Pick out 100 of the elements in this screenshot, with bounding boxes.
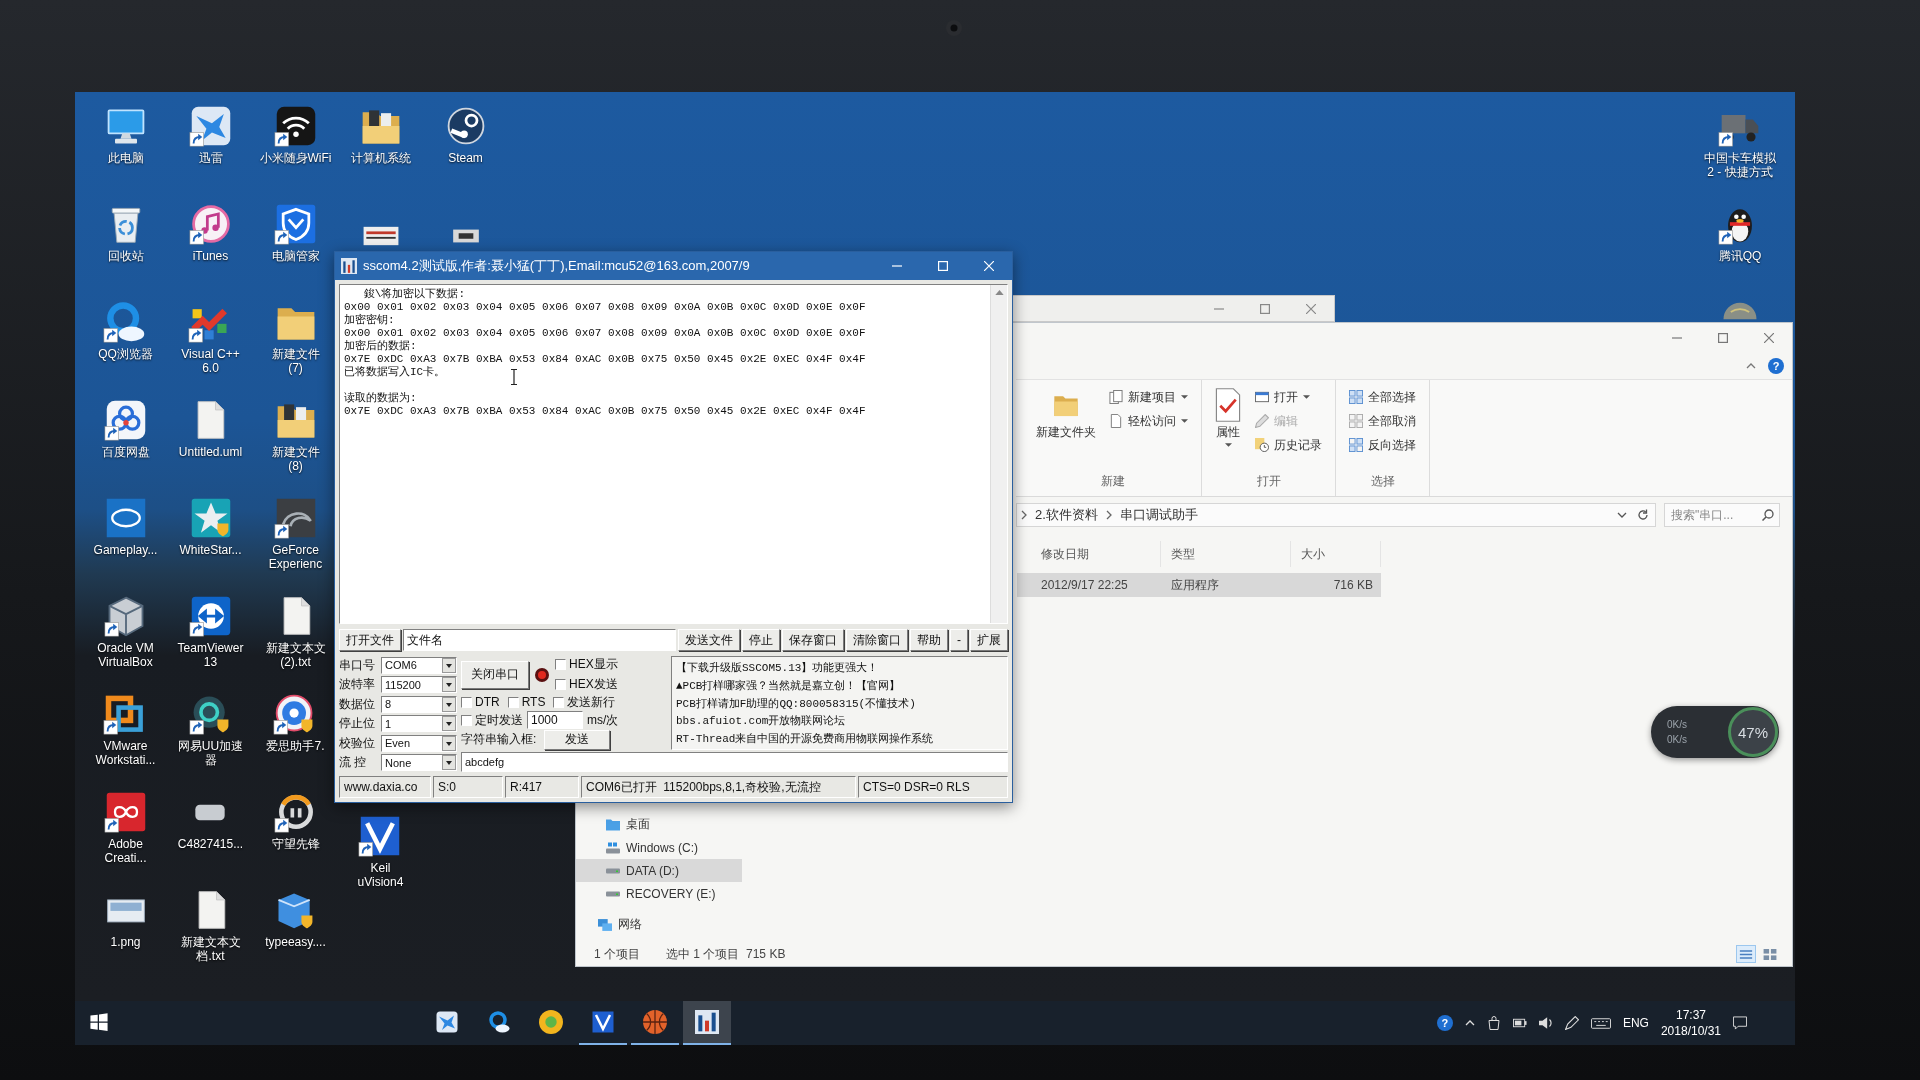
desktop-item[interactable]: GeForce Experienc — [268, 492, 323, 571]
ribbon-button[interactable]: 打开 — [1252, 386, 1325, 408]
ribbon-button[interactable]: 新建项目 — [1106, 386, 1191, 408]
desktop-item[interactable]: 新建文件 (7) — [271, 296, 320, 375]
close-port-button[interactable]: 关闭串口 — [461, 660, 529, 689]
address-bar[interactable]: 2.软件资料 串口调试助手 — [1016, 503, 1656, 527]
interval-field[interactable]: 1000 — [527, 711, 583, 730]
send-button[interactable]: 发送 — [544, 729, 611, 750]
language-indicator[interactable]: ENG — [1622, 1016, 1649, 1030]
dropdown[interactable]: 115200 — [381, 676, 457, 694]
desktop-item[interactable]: 百度网盘 — [101, 394, 150, 459]
details-view-button[interactable] — [1736, 945, 1756, 963]
desktop-item[interactable]: Untitled.uml — [178, 394, 243, 459]
send-input-field[interactable]: abcdefg — [461, 752, 1008, 772]
column-header[interactable]: 修改日期 — [1031, 541, 1161, 567]
checkbox[interactable] — [461, 696, 472, 708]
desktop-item[interactable]: Keil uVision4 — [357, 810, 404, 889]
desktop-item[interactable]: Gameplay... — [93, 492, 158, 557]
desktop-item[interactable]: 网易UU加速器 — [173, 688, 248, 767]
checkbox[interactable] — [507, 696, 519, 708]
desktop-item[interactable]: 迅雷 — [188, 100, 233, 165]
desktop-item[interactable]: 守望先锋 — [271, 786, 320, 851]
dropdown[interactable]: Even — [381, 734, 457, 752]
desktop-item[interactable]: C4827415... — [177, 786, 244, 851]
desktop-item[interactable]: typeeasy.... — [265, 884, 326, 949]
desktop-item[interactable]: 新建文件 (8) — [271, 394, 320, 473]
file-row[interactable]: 2012/9/17 22:25 应用程序 716 KB — [1017, 573, 1381, 597]
desktop-item[interactable]: 中国卡车模拟 2 - 快捷方式 — [1704, 100, 1776, 179]
column-header[interactable]: 类型 — [1161, 541, 1291, 567]
ribbon-button[interactable]: 全部取消 — [1346, 410, 1419, 432]
nav-item[interactable]: 网络 — [576, 913, 742, 936]
ribbon-button[interactable]: 反向选择 — [1346, 434, 1419, 456]
desktop-item[interactable]: 爱思助手7. — [266, 688, 325, 753]
ribbon-button[interactable]: 新建文件夹 — [1034, 386, 1098, 442]
desktop-item[interactable]: TeamViewer 13 — [177, 590, 244, 669]
checkbox[interactable] — [461, 714, 472, 726]
taskbar-button[interactable] — [683, 1001, 731, 1045]
dropdown[interactable]: 8 — [381, 695, 457, 713]
breadcrumb-item[interactable]: 2.软件资料 — [1035, 506, 1098, 524]
dropdown[interactable]: None — [381, 754, 457, 772]
speed-text: 0K/s — [1667, 719, 1687, 730]
battery-icon[interactable] — [1512, 1016, 1527, 1030]
column-header[interactable]: 大小 — [1291, 541, 1381, 567]
desktop-item[interactable]: 回收站 — [103, 198, 148, 263]
breadcrumb-item[interactable]: 串口调试助手 — [1119, 506, 1198, 524]
file-name-field[interactable]: 文件名 — [403, 629, 676, 651]
desktop-item[interactable]: 新建文本文 (2).txt — [265, 590, 326, 669]
ribbon-button[interactable]: 全部选择 — [1346, 386, 1419, 408]
desktop-item[interactable]: 计算机系统 — [350, 100, 411, 165]
nav-item[interactable]: Windows (C:) — [576, 836, 742, 859]
checkbox[interactable] — [553, 696, 565, 708]
chevron-down-icon[interactable] — [1617, 512, 1627, 518]
toolbar-button[interactable]: 帮助 — [910, 629, 948, 651]
ribbon-button[interactable]: 轻松访问 — [1106, 410, 1191, 432]
toolbar-button[interactable]: 扩展 — [970, 629, 1008, 651]
desktop-item[interactable]: 小米随身WiFi — [259, 100, 332, 165]
percentage-ball[interactable]: 47% — [1728, 707, 1778, 757]
checkbox[interactable] — [555, 679, 566, 690]
desktop-item[interactable]: Adobe Creati... — [103, 786, 148, 865]
desktop-item[interactable]: 此电脑 — [103, 100, 148, 165]
desktop-item[interactable]: Oracle VM VirtualBox — [97, 590, 154, 669]
search-field[interactable]: 搜索"串口... — [1664, 503, 1780, 527]
dropdown[interactable]: 1 — [381, 715, 457, 733]
checkbox-label: DTR — [475, 695, 500, 710]
dropdown[interactable]: COM6 — [381, 656, 457, 674]
toolbar-button[interactable]: 清除窗口 — [846, 629, 908, 651]
receive-textarea[interactable] — [339, 284, 1008, 624]
desktop-item[interactable]: WhiteStar... — [179, 492, 242, 557]
open-file-button[interactable]: 打开文件 — [339, 629, 401, 651]
speaker-icon[interactable] — [1538, 1016, 1553, 1030]
ribbon-button[interactable]: 历史记录 — [1252, 434, 1325, 456]
toolbar-button[interactable]: 发送文件 — [678, 629, 740, 651]
desktop-item[interactable]: 腾讯QQ — [1718, 198, 1762, 263]
nav-item[interactable]: RECOVERY (E:) — [576, 882, 742, 905]
clock-time[interactable]: 17:37 — [1675, 1007, 1706, 1023]
desktop-item[interactable]: 1.png — [103, 884, 148, 949]
desktop-item[interactable]: Visual C++ 6.0 — [181, 296, 240, 375]
ribbon-button[interactable]: 属性 — [1212, 386, 1244, 449]
help-button[interactable]: ? — [1436, 1015, 1453, 1031]
desktop-item[interactable]: QQ浏览器 — [98, 296, 153, 361]
message-icon[interactable] — [1733, 1016, 1747, 1030]
speed-widget[interactable]: 0K/s 0K/s 47% — [1651, 706, 1779, 758]
desktop-item[interactable]: VMware Workstati... — [95, 688, 156, 767]
clock-date[interactable]: 2018/10/31 — [1660, 1023, 1721, 1039]
keyboard-icon[interactable] — [1590, 1017, 1611, 1029]
desktop-item[interactable]: Steam — [443, 100, 488, 165]
help-button[interactable]: ? — [1768, 358, 1784, 374]
toolbar-button[interactable]: 停止 — [742, 629, 780, 651]
desktop-item[interactable]: 电脑管家 — [271, 198, 320, 263]
desktop-item[interactable]: iTunes — [188, 198, 233, 263]
scrollbar[interactable] — [990, 285, 1007, 623]
refresh-icon[interactable] — [1637, 509, 1649, 521]
checkbox[interactable] — [555, 659, 566, 670]
nav-item[interactable]: DATA (D:) — [576, 859, 742, 882]
nav-item[interactable]: 桌面 — [576, 813, 742, 836]
bag-icon[interactable] — [1486, 1016, 1501, 1030]
toolbar-button[interactable]: - — [950, 629, 968, 651]
toolbar-button[interactable]: 保存窗口 — [782, 629, 844, 651]
pen-icon[interactable] — [1564, 1016, 1579, 1030]
desktop-item[interactable]: 新建文本文档.txt — [173, 884, 248, 963]
